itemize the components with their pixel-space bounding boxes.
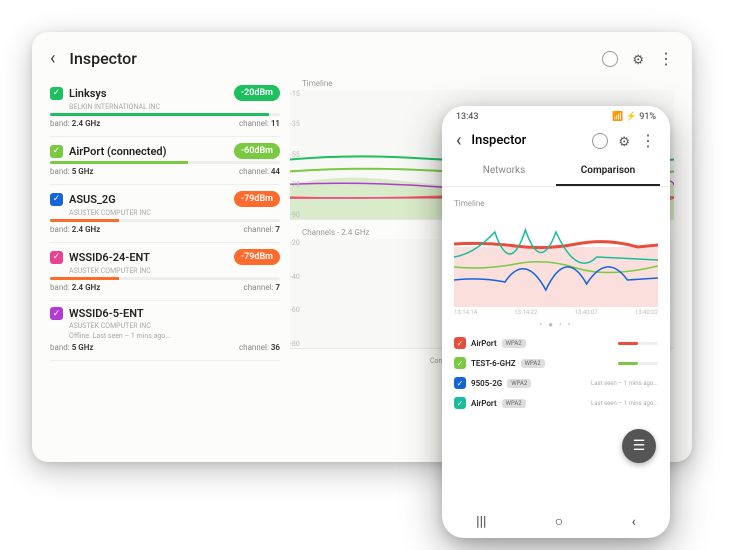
page-title: Inspector (69, 49, 136, 68)
record-button[interactable] (592, 133, 608, 149)
clock: 13:43 (456, 112, 478, 122)
fab-button[interactable]: ☰ (622, 429, 656, 463)
phone-network-list: AirPort WPA2 TEST-6-GHZ WPA2 9505-2G WPA2 Last… (454, 333, 658, 413)
phone-header: ‹ Inspector (442, 124, 670, 157)
page-indicator: • ● • • (454, 320, 658, 329)
checkbox-icon[interactable] (50, 307, 63, 320)
list-item[interactable]: 9505-2G WPA2 Last seen – 1 mins ago... (454, 373, 658, 393)
network-item[interactable]: ASUS_2G-79dBmASUSTEK COMPUTER INCband: 2… (50, 185, 280, 243)
checkbox-icon[interactable] (454, 377, 466, 389)
settings-icon[interactable] (618, 131, 630, 150)
network-name: AirPort (471, 399, 497, 408)
network-item[interactable]: AirPort (connected)-60dBmband: 5 GHzchan… (50, 137, 280, 185)
back-icon[interactable]: ‹ (456, 130, 461, 151)
status-bar: 13:43 📶 ⚡ 91% (442, 106, 670, 124)
security-tag: WPA2 (521, 359, 545, 368)
record-button[interactable] (602, 51, 618, 67)
x-axis-times: 13:14:1413:14:2213:40:0713:40:02 (454, 309, 658, 316)
checkbox-icon[interactable] (50, 193, 63, 206)
settings-icon[interactable] (632, 49, 644, 68)
phone-timeline-chart (454, 212, 658, 307)
checkbox-icon[interactable] (454, 337, 466, 349)
vendor-label: BELKIN INTERNATIONAL INC (69, 103, 280, 111)
network-name: AirPort (471, 339, 497, 348)
security-tag: WPA2 (507, 379, 531, 388)
list-item[interactable]: AirPort WPA2 (454, 333, 658, 353)
more-icon[interactable] (640, 131, 656, 150)
back-button[interactable]: ‹ (632, 514, 636, 530)
vendor-label: ASUSTEK COMPUTER INC (69, 267, 280, 275)
network-list: Linksys-20dBmBELKIN INTERNATIONAL INCban… (50, 79, 280, 435)
network-name: Linksys (69, 87, 228, 100)
tab-networks[interactable]: Networks (452, 157, 556, 186)
signal-badge: -79dBm (234, 249, 280, 265)
signal-badge: -60dBm (234, 143, 280, 159)
offline-label: Offline. Last seen – 1 mins ago... (69, 332, 280, 340)
network-name: 9505-2G (471, 379, 502, 388)
last-seen-label: Last seen – 1 mins ago... (591, 400, 658, 407)
back-icon[interactable]: ‹ (50, 48, 55, 69)
home-button[interactable]: ○ (555, 513, 563, 530)
list-item[interactable]: AirPort WPA2 Last seen – 1 mins ago... (454, 393, 658, 413)
recent-apps-button[interactable]: ||| (476, 514, 486, 530)
network-name: TEST-6-GHZ (471, 359, 516, 368)
android-navbar: ||| ○ ‹ (442, 503, 670, 538)
network-name: WSSID6-5-ENT (69, 307, 280, 320)
network-name: ASUS_2G (69, 193, 228, 206)
tablet-header: ‹ Inspector (50, 44, 674, 79)
checkbox-icon[interactable] (454, 357, 466, 369)
phone-window: 13:43 📶 ⚡ 91% ‹ Inspector NetworksCompar… (442, 106, 670, 538)
signal-badge: -20dBm (234, 85, 280, 101)
tab-comparison[interactable]: Comparison (556, 157, 660, 186)
checkbox-icon[interactable] (50, 251, 63, 264)
checkbox-icon[interactable] (50, 87, 63, 100)
signal-badge: -79dBm (234, 191, 280, 207)
network-item[interactable]: Linksys-20dBmBELKIN INTERNATIONAL INCban… (50, 79, 280, 137)
tab-bar: NetworksComparison (442, 157, 670, 187)
page-title: Inspector (471, 133, 526, 148)
more-icon[interactable] (658, 49, 674, 68)
timeline-label: Timeline (290, 79, 674, 88)
checkbox-icon[interactable] (454, 397, 466, 409)
timeline-label: Timeline (454, 199, 658, 208)
last-seen-label: Last seen – 1 mins ago... (591, 380, 658, 387)
security-tag: WPA2 (502, 399, 526, 408)
network-name: WSSID6-24-ENT (69, 251, 228, 264)
network-item[interactable]: WSSID6-5-ENT ASUSTEK COMPUTER INC Offline.… (50, 301, 280, 361)
vendor-label: ASUSTEK COMPUTER INC (69, 322, 280, 330)
network-name: AirPort (connected) (69, 145, 228, 158)
battery-status: 📶 ⚡ 91% (612, 112, 656, 122)
security-tag: WPA2 (502, 339, 526, 348)
list-item[interactable]: TEST-6-GHZ WPA2 (454, 353, 658, 373)
checkbox-icon[interactable] (50, 145, 63, 158)
network-item[interactable]: WSSID6-24-ENT-79dBmASUSTEK COMPUTER INCb… (50, 243, 280, 301)
vendor-label: ASUSTEK COMPUTER INC (69, 209, 280, 217)
